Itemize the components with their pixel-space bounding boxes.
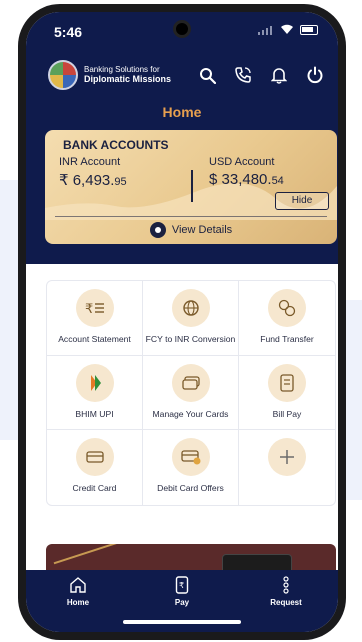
home-icon xyxy=(70,577,86,593)
request-icon xyxy=(283,576,289,594)
inr-account-label: INR Account xyxy=(59,156,121,168)
card-separator xyxy=(55,216,327,217)
currency-conversion-icon xyxy=(182,300,199,316)
nav-request-label: Request xyxy=(270,598,302,607)
card-title: BANK ACCOUNTS xyxy=(63,138,169,152)
rupee-statement-icon: ₹ xyxy=(85,302,104,316)
nav-home-label: Home xyxy=(66,598,90,607)
nav-request[interactable]: Request xyxy=(234,570,338,632)
camera-cutout xyxy=(173,20,191,38)
usd-balance: $ 33,480. xyxy=(209,171,272,188)
brand-line-1: Banking Solutions for xyxy=(84,65,160,75)
wifi-icon xyxy=(281,24,293,34)
accounts-divider xyxy=(191,170,193,202)
usd-account[interactable]: USD Account $ 33,480.54 xyxy=(209,156,284,188)
service-add-more[interactable] xyxy=(239,430,335,505)
fund-transfer-icon xyxy=(278,299,296,317)
service-manage-cards[interactable]: Manage Your Cards xyxy=(143,355,239,431)
nav-pay-label: Pay xyxy=(174,598,190,607)
inr-balance-decimals: 95 xyxy=(114,176,127,188)
status-icons xyxy=(258,24,318,35)
credit-card-icon xyxy=(85,451,104,463)
brand: Banking Solutions for Diplomatic Mission… xyxy=(48,60,171,90)
service-label: Bill Pay xyxy=(272,408,302,419)
service-bill-pay[interactable]: Bill Pay xyxy=(239,356,335,431)
service-label: BHIM UPI xyxy=(75,408,114,419)
power-icon[interactable] xyxy=(306,66,324,84)
page-title: Home xyxy=(162,104,202,120)
service-label: Debit Card Offers xyxy=(157,483,224,494)
svg-text:₹: ₹ xyxy=(179,581,184,590)
pay-icon: ₹ xyxy=(175,576,189,594)
service-bhim-upi[interactable]: BHIM UPI xyxy=(47,355,143,431)
inr-account[interactable]: INR Account ₹ 6,493.95 xyxy=(59,156,127,189)
service-label: FCY to INR Conversion xyxy=(145,334,236,344)
battery-icon xyxy=(300,24,318,35)
usd-account-label: USD Account xyxy=(209,156,275,168)
brand-line-2: Diplomatic Missions xyxy=(84,74,172,85)
status-bar: 5:46 xyxy=(26,12,338,52)
phone-frame: 5:46 Banking Solutions for Diplomatic Mi… xyxy=(18,4,346,640)
service-debit-card-offers[interactable]: Debit Card Offers xyxy=(143,430,239,505)
bill-icon xyxy=(280,374,294,392)
cards-icon xyxy=(181,376,200,390)
plus-icon xyxy=(280,450,294,465)
bank-logo xyxy=(48,60,78,90)
service-account-statement[interactable]: ₹ Account Statement xyxy=(47,281,143,356)
home-indicator xyxy=(123,620,241,624)
view-details-button[interactable]: View Details xyxy=(45,222,337,238)
bottom-navigation: Home ₹ Pay Request xyxy=(26,570,338,632)
bell-icon[interactable] xyxy=(270,66,288,84)
debit-card-offer-icon xyxy=(180,450,200,465)
app-header: Banking Solutions for Diplomatic Mission… xyxy=(26,52,338,264)
svg-text:₹: ₹ xyxy=(85,302,93,316)
service-label: Manage Your Cards xyxy=(152,408,229,419)
nav-home[interactable]: Home xyxy=(26,570,130,632)
inr-balance: ₹ 6,493. xyxy=(59,172,115,189)
service-fund-transfer[interactable]: Fund Transfer xyxy=(239,281,335,356)
service-label: Credit Card xyxy=(72,483,117,494)
bhim-upi-icon xyxy=(90,374,101,391)
service-label: Account Statement xyxy=(58,334,131,344)
services-grid: ₹ Account Statement FCY to INR Conversio… xyxy=(46,280,336,506)
service-fcy-conversion[interactable]: FCY to INR Conversion xyxy=(143,281,239,356)
status-time: 5:46 xyxy=(54,24,83,40)
search-icon[interactable] xyxy=(198,66,216,84)
app-screen: 5:46 Banking Solutions for Diplomatic Mi… xyxy=(26,12,338,632)
view-details-label: View Details xyxy=(171,224,233,236)
service-label: Fund Transfer xyxy=(260,334,314,344)
signal-icon xyxy=(258,25,274,35)
service-credit-card[interactable]: Credit Card xyxy=(47,430,143,505)
phone-call-icon[interactable] xyxy=(234,66,252,84)
background-tint-right xyxy=(344,300,362,500)
eye-icon xyxy=(149,222,166,238)
header-actions xyxy=(198,66,324,84)
usd-balance-decimals: 54 xyxy=(271,175,284,187)
hide-balance-button[interactable]: Hide xyxy=(275,192,329,210)
bank-accounts-card: BANK ACCOUNTS INR Account ₹ 6,493.95 USD… xyxy=(45,130,337,244)
